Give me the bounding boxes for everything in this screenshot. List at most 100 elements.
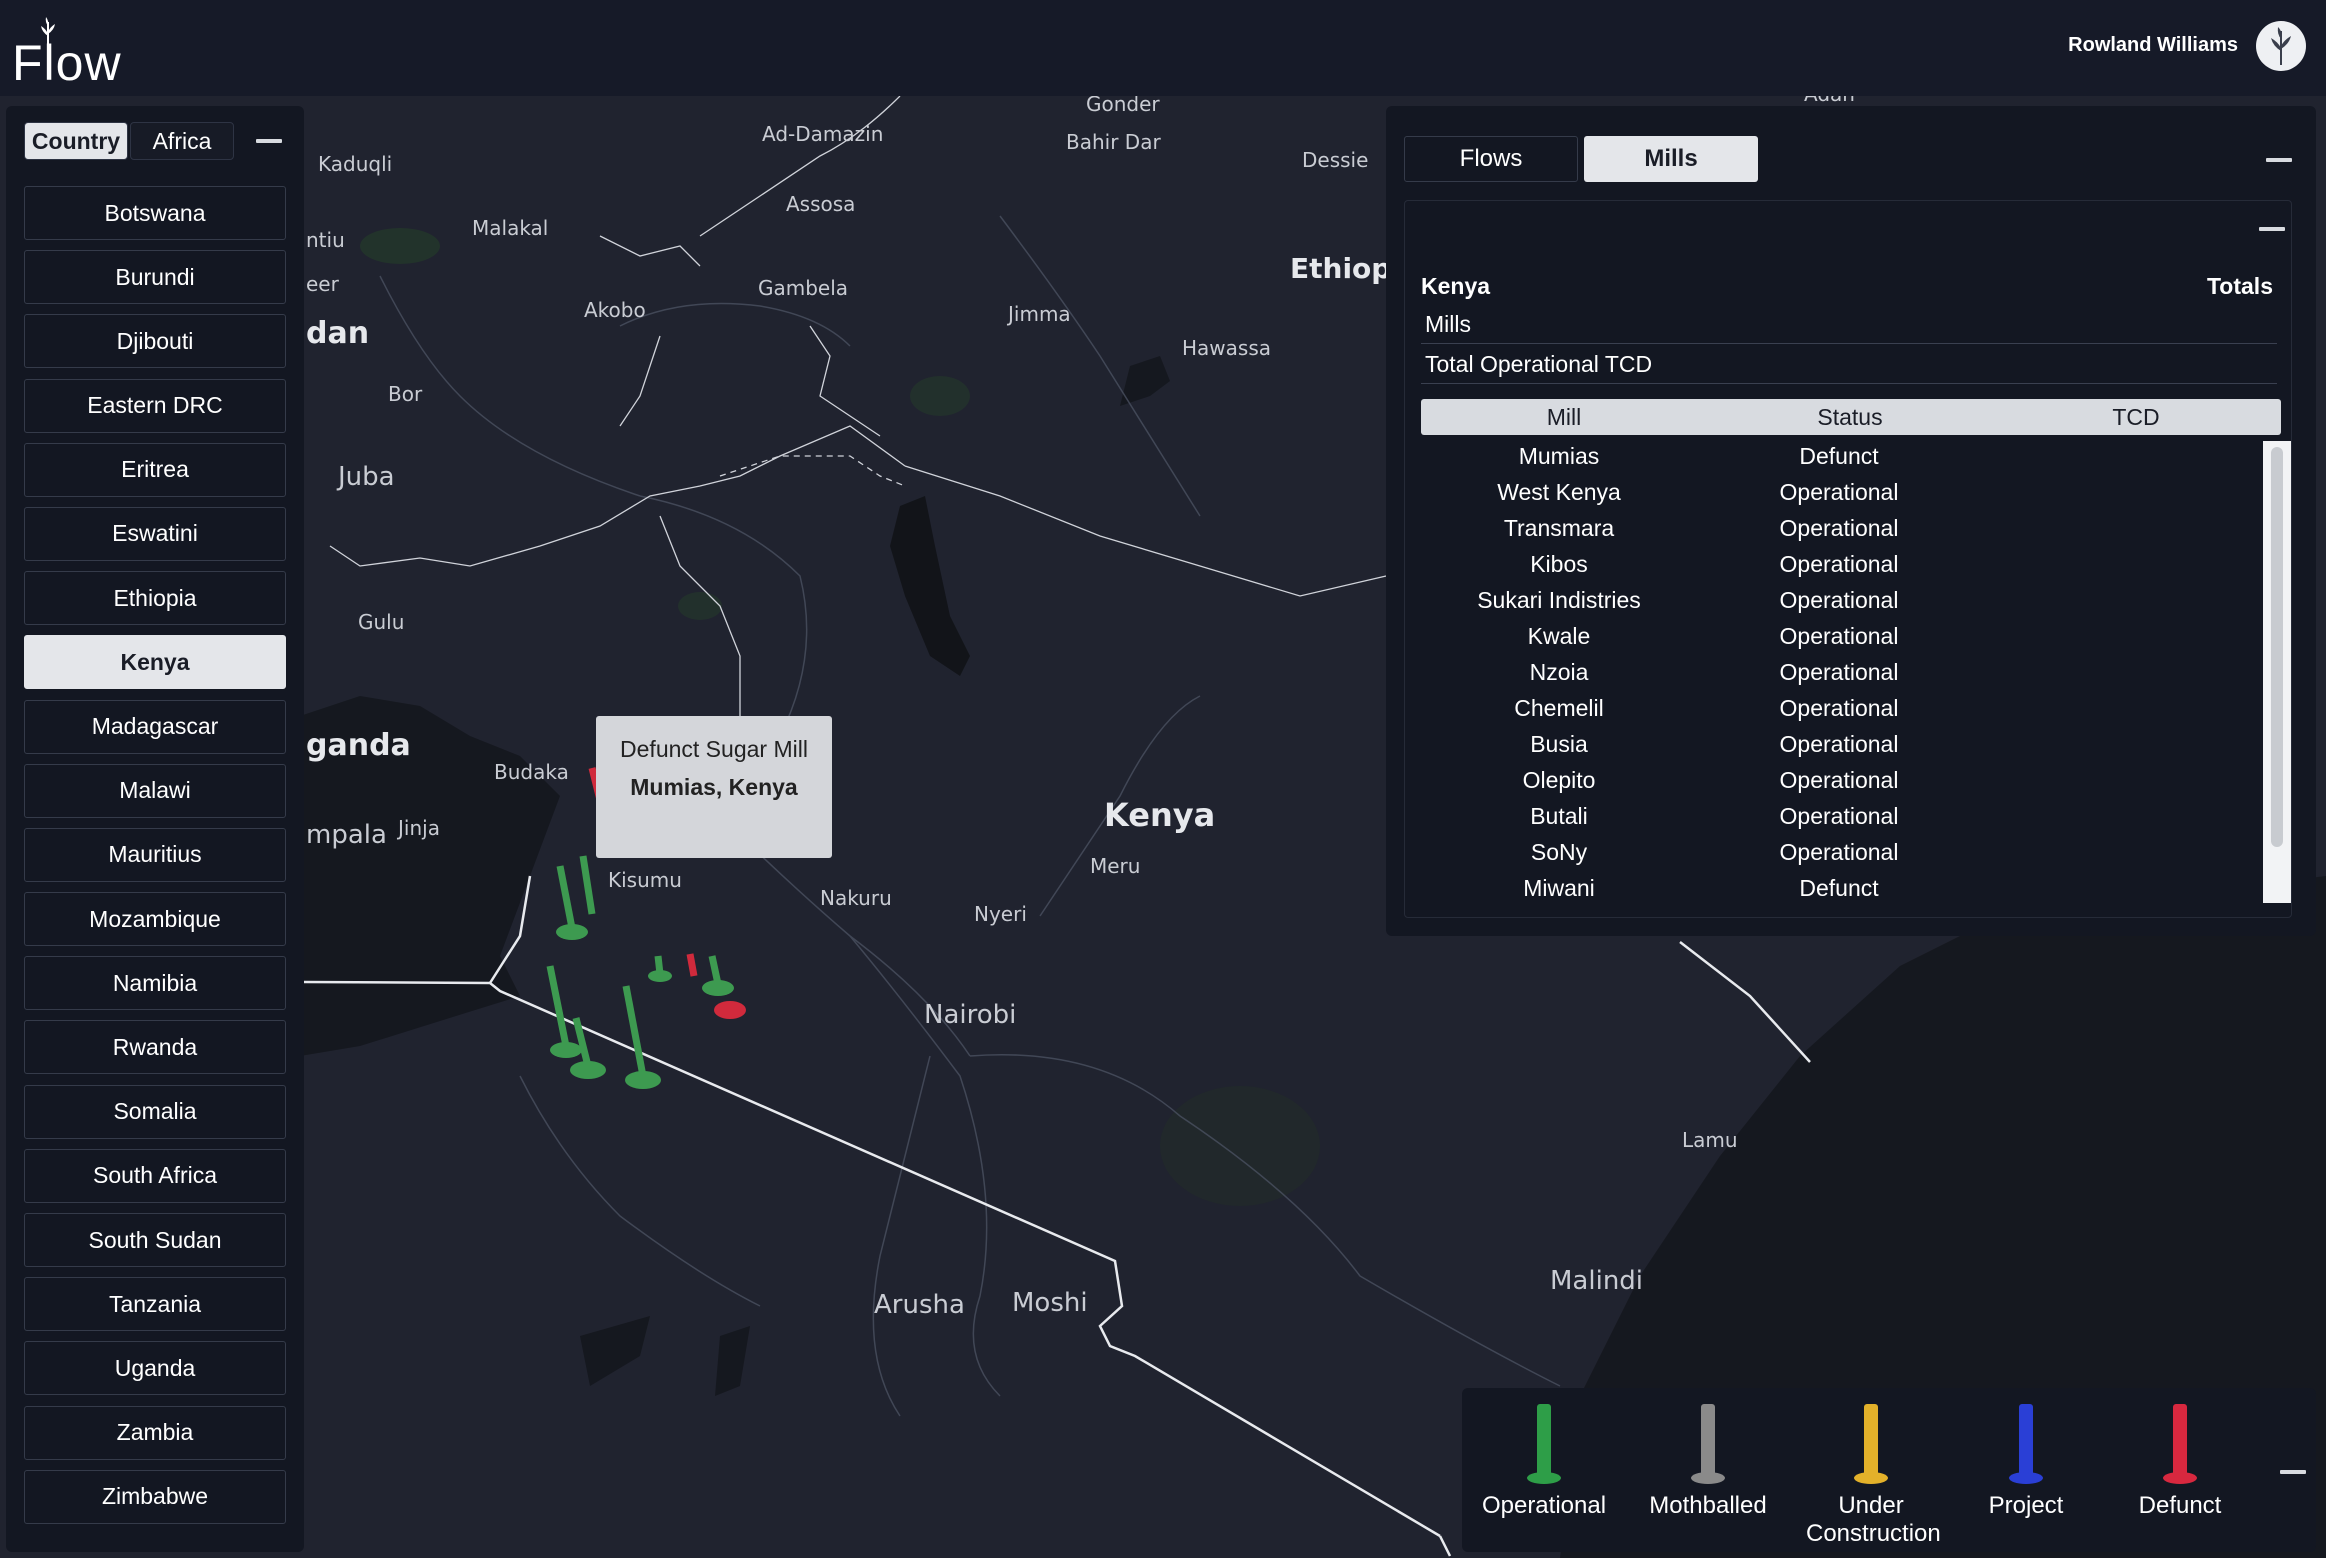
map-label: dan <box>306 316 370 351</box>
cell-status: Defunct <box>1799 875 1879 901</box>
table-row[interactable]: Kwale Operational <box>1421 619 2261 655</box>
collapse-icon[interactable] <box>256 139 282 143</box>
map-label: Akobo <box>584 298 646 322</box>
table-row[interactable]: Miwani Defunct <box>1421 871 2261 907</box>
cell-mill: Sukari Indistries <box>1477 587 1641 613</box>
country-button-somalia[interactable]: Somalia <box>24 1084 286 1139</box>
map-label: Kenya <box>1104 796 1216 834</box>
tab-mills[interactable]: Mills <box>1584 136 1758 182</box>
map-label: Jimma <box>1008 302 1071 326</box>
country-button-djibouti[interactable]: Djibouti <box>24 314 286 369</box>
country-button-rwanda[interactable]: Rwanda <box>24 1020 286 1075</box>
cell-status: Operational <box>1779 479 1899 505</box>
table-row[interactable]: SoNy Operational <box>1421 835 2261 871</box>
table-row[interactable]: Chemelil Operational <box>1421 691 2261 727</box>
tooltip-location: Mumias, Kenya <box>630 774 798 800</box>
country-button-madagascar[interactable]: Madagascar <box>24 699 286 754</box>
pin-icon <box>1691 1404 1725 1484</box>
map-label: Nakuru <box>820 886 892 910</box>
legend-item-mothballed[interactable]: Mothballed <box>1642 1402 1774 1520</box>
mills-panel: Flows Mills Kenya Totals Mills Total Ope… <box>1386 106 2316 936</box>
table-row[interactable]: Busia Operational <box>1421 727 2261 763</box>
stat-label: Mills <box>1425 311 1471 337</box>
country-button-zambia[interactable]: Zambia <box>24 1405 286 1460</box>
country-button-mauritius[interactable]: Mauritius <box>24 827 286 882</box>
vegetation <box>360 228 440 264</box>
map-label: Kaduqli <box>318 152 393 176</box>
segment-country[interactable]: Country <box>24 122 128 160</box>
table-row[interactable]: West Kenya Operational <box>1421 475 2261 511</box>
legend-label: Defunct <box>2138 1492 2222 1519</box>
pin-icon <box>2163 1404 2197 1484</box>
country-button-eastern-drc[interactable]: Eastern DRC <box>24 378 286 433</box>
collapse-panel-icon[interactable] <box>2266 158 2292 162</box>
map-label: Arusha <box>874 1290 965 1320</box>
map-label: Assosa <box>786 192 856 216</box>
country-button-botswana[interactable]: Botswana <box>24 186 286 240</box>
cell-status: Operational <box>1779 587 1899 613</box>
mills-summary-card: Kenya Totals Mills Total Operational TCD… <box>1404 200 2292 918</box>
country-button-mozambique[interactable]: Mozambique <box>24 892 286 947</box>
map-label: Jinja <box>398 816 440 840</box>
column-header-tcd[interactable]: TCD <box>1993 404 2279 431</box>
country-button-tanzania[interactable]: Tanzania <box>24 1277 286 1332</box>
mill-pin-operational <box>579 855 596 915</box>
map-label: Ethiopi <box>1290 252 1401 285</box>
wheat-avatar-icon <box>2271 27 2291 65</box>
table-scrollbar[interactable] <box>2263 441 2291 903</box>
map-label: Gonder <box>1086 96 1160 116</box>
cell-mill: Mumias <box>1518 443 1600 469</box>
map-label: Bor <box>388 382 423 406</box>
legend-item-project[interactable]: Project <box>1976 1402 2076 1520</box>
cell-status: Operational <box>1779 659 1899 685</box>
table-row[interactable]: Sukari Indistries Operational <box>1421 583 2261 619</box>
country-button-south-africa[interactable]: South Africa <box>24 1148 286 1203</box>
cell-status: Operational <box>1779 767 1899 793</box>
country-button-namibia[interactable]: Namibia <box>24 956 286 1011</box>
map-label: ntiu <box>306 228 345 252</box>
segment-africa[interactable]: Africa <box>130 122 234 160</box>
table-row[interactable]: Mumias Defunct <box>1421 439 2261 475</box>
mill-tooltip: Defunct Sugar Mill Mumias, Kenya <box>596 716 832 858</box>
country-button-south-sudan[interactable]: South Sudan <box>24 1213 286 1267</box>
country-button-eswatini[interactable]: Eswatini <box>24 506 286 561</box>
country-button-ethiopia[interactable]: Ethiopia <box>24 571 286 626</box>
legend-item-operational[interactable]: Operational <box>1478 1402 1610 1520</box>
country-button-kenya[interactable]: Kenya <box>24 635 286 690</box>
country-button-zimbabwe[interactable]: Zimbabwe <box>24 1469 286 1524</box>
table-row[interactable]: Butali Operational <box>1421 799 2261 835</box>
country-button-malawi[interactable]: Malawi <box>24 763 286 818</box>
mill-pin-operational <box>622 985 661 1089</box>
mills-table-body: Mumias Defunct West Kenya Operational Tran… <box>1421 439 2261 919</box>
cell-status: Operational <box>1779 623 1899 649</box>
cell-mill: Busia <box>1530 731 1588 757</box>
region-title: Kenya <box>1421 273 1491 299</box>
country-button-uganda[interactable]: Uganda <box>24 1341 286 1396</box>
legend-item-under-construction[interactable]: Under Construction <box>1796 1402 1946 1548</box>
table-row[interactable]: Nzoia Operational <box>1421 655 2261 691</box>
table-row[interactable]: Olepito Operational <box>1421 763 2261 799</box>
column-header-status[interactable]: Status <box>1707 404 1993 431</box>
logo-text: Flow <box>12 35 122 91</box>
tab-flows[interactable]: Flows <box>1404 136 1578 182</box>
map-label: Meru <box>1090 854 1141 878</box>
cell-mill: Miwani <box>1523 875 1595 901</box>
table-row[interactable]: Kibos Operational <box>1421 547 2261 583</box>
lake-small-3 <box>715 1326 750 1396</box>
map-label: Nyeri <box>974 902 1027 926</box>
country-button-eritrea[interactable]: Eritrea <box>24 442 286 497</box>
country-button-burundi[interactable]: Burundi <box>24 250 286 305</box>
user-name[interactable]: Rowland Williams <box>2068 34 2238 57</box>
map-label: mpala <box>306 820 387 850</box>
user-avatar[interactable] <box>2256 21 2306 71</box>
table-row[interactable]: Transmara Operational <box>1421 511 2261 547</box>
cell-status: Operational <box>1779 515 1899 541</box>
legend-item-defunct[interactable]: Defunct <box>2130 1402 2230 1520</box>
cell-mill: West Kenya <box>1497 479 1621 505</box>
legend-label: Operational <box>1481 1492 1607 1519</box>
column-header-mill[interactable]: Mill <box>1421 404 1707 431</box>
collapse-card-icon[interactable] <box>2259 227 2285 231</box>
collapse-legend-icon[interactable] <box>2280 1470 2306 1474</box>
map-label: Nairobi <box>924 1000 1017 1030</box>
scrollbar-thumb[interactable] <box>2271 447 2283 847</box>
